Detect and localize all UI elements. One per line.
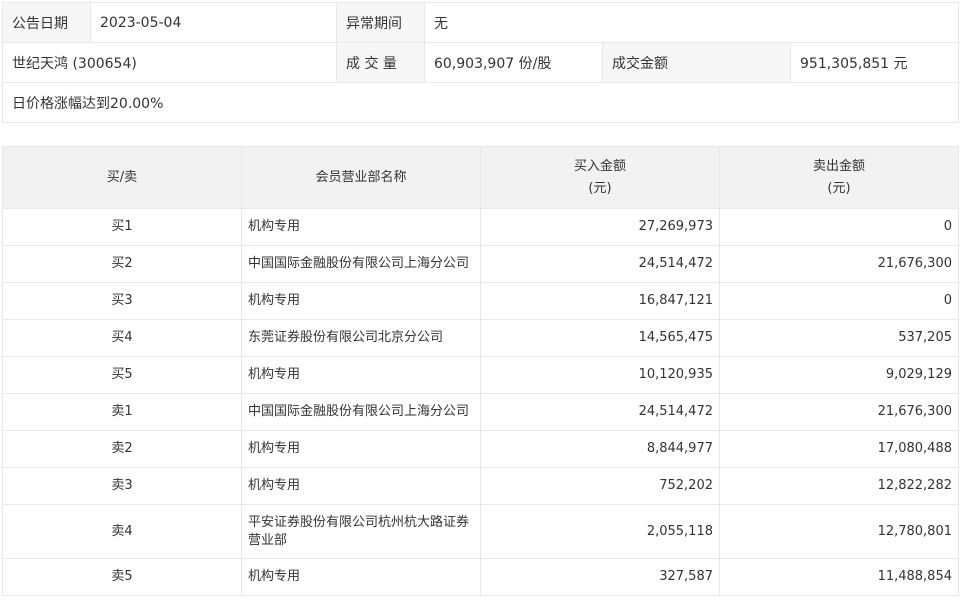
- row-sell-amount: 537,205: [719, 319, 959, 357]
- table-row: 买4 东莞证券股份有限公司北京分公司 14,565,475 537,205: [2, 319, 959, 357]
- row-buy-amount: 24,514,472: [480, 393, 720, 431]
- turnover-label: 成交金额: [602, 42, 791, 83]
- row-branch: 平安证券股份有限公司杭州杭大路证券营业部: [241, 504, 481, 559]
- table-row: 买5 机构专用 10,120,935 9,029,129: [2, 356, 959, 394]
- row-branch: 机构专用: [241, 356, 481, 394]
- row-side: 卖2: [2, 430, 242, 468]
- volume-value: 60,903,907 份/股: [424, 42, 603, 83]
- header-buy-line2: (元): [588, 180, 612, 196]
- row-branch: 机构专用: [241, 558, 481, 596]
- table-row: 卖1 中国国际金融股份有限公司上海分公司 24,514,472 21,676,3…: [2, 393, 959, 431]
- row-branch: 机构专用: [241, 467, 481, 505]
- header-buy-amount: 买入金额 (元): [480, 146, 720, 209]
- header-branch: 会员营业部名称: [241, 146, 481, 209]
- table-row: 卖2 机构专用 8,844,977 17,080,488: [2, 430, 959, 468]
- abnormal-period-label: 异常期间: [336, 2, 425, 43]
- row-buy-amount: 752,202: [480, 467, 720, 505]
- table-row: 买2 中国国际金融股份有限公司上海分公司 24,514,472 21,676,3…: [2, 245, 959, 283]
- row-sell-amount: 21,676,300: [719, 245, 959, 283]
- row-sell-amount: 21,676,300: [719, 393, 959, 431]
- row-side: 买1: [2, 208, 242, 246]
- summary-table: 公告日期 2023-05-04 异常期间 无 世纪天鸿 (300654) 成 交…: [2, 2, 959, 123]
- row-side: 买4: [2, 319, 242, 357]
- row-sell-amount: 12,822,282: [719, 467, 959, 505]
- header-sell-line1: 卖出金额: [812, 158, 865, 174]
- turnover-value: 951,305,851 元: [790, 42, 959, 83]
- header-sell-amount: 卖出金额 (元): [719, 146, 959, 209]
- row-branch: 中国国际金融股份有限公司上海分公司: [241, 245, 481, 283]
- header-sell-line2: (元): [827, 180, 851, 196]
- header-buy-line1: 买入金额: [573, 158, 626, 174]
- row-side: 卖5: [2, 558, 242, 596]
- row-branch: 东莞证券股份有限公司北京分公司: [241, 319, 481, 357]
- row-sell-amount: 9,029,129: [719, 356, 959, 394]
- trading-detail-table: 买/卖 会员营业部名称 买入金额 (元) 卖出金额 (元) 买1 机构专用 27…: [2, 146, 959, 596]
- row-buy-amount: 327,587: [480, 558, 720, 596]
- row-sell-amount: 12,780,801: [719, 504, 959, 559]
- row-branch: 中国国际金融股份有限公司上海分公司: [241, 393, 481, 431]
- table-header-row: 买/卖 会员营业部名称 买入金额 (元) 卖出金额 (元): [2, 146, 959, 209]
- row-buy-amount: 2,055,118: [480, 504, 720, 559]
- row-sell-amount: 0: [719, 208, 959, 246]
- row-side: 买3: [2, 282, 242, 320]
- row-side: 卖1: [2, 393, 242, 431]
- row-sell-amount: 11,488,854: [719, 558, 959, 596]
- volume-label: 成 交 量: [336, 42, 425, 83]
- row-buy-amount: 16,847,121: [480, 282, 720, 320]
- row-branch: 机构专用: [241, 208, 481, 246]
- row-buy-amount: 8,844,977: [480, 430, 720, 468]
- abnormal-period-value: 无: [424, 2, 959, 43]
- row-side: 卖4: [2, 504, 242, 559]
- row-side: 买5: [2, 356, 242, 394]
- row-branch: 机构专用: [241, 282, 481, 320]
- announce-date-label: 公告日期: [2, 2, 91, 43]
- row-buy-amount: 24,514,472: [480, 245, 720, 283]
- row-buy-amount: 10,120,935: [480, 356, 720, 394]
- table-row: 买3 机构专用 16,847,121 0: [2, 282, 959, 320]
- row-sell-amount: 17,080,488: [719, 430, 959, 468]
- table-row: 卖5 机构专用 327,587 11,488,854: [2, 558, 959, 596]
- header-side: 买/卖: [2, 146, 242, 209]
- stock-name: 世纪天鸿 (300654): [2, 42, 337, 83]
- table-row: 买1 机构专用 27,269,973 0: [2, 208, 959, 246]
- table-row: 卖3 机构专用 752,202 12,822,282: [2, 467, 959, 505]
- row-sell-amount: 0: [719, 282, 959, 320]
- row-side: 买2: [2, 245, 242, 283]
- table-row: 卖4 平安证券股份有限公司杭州杭大路证券营业部 2,055,118 12,780…: [2, 504, 959, 559]
- row-buy-amount: 27,269,973: [480, 208, 720, 246]
- announce-date-value: 2023-05-04: [90, 2, 337, 43]
- row-side: 卖3: [2, 467, 242, 505]
- row-branch: 机构专用: [241, 430, 481, 468]
- reason-text: 日价格涨幅达到20.00%: [2, 82, 959, 123]
- row-buy-amount: 14,565,475: [480, 319, 720, 357]
